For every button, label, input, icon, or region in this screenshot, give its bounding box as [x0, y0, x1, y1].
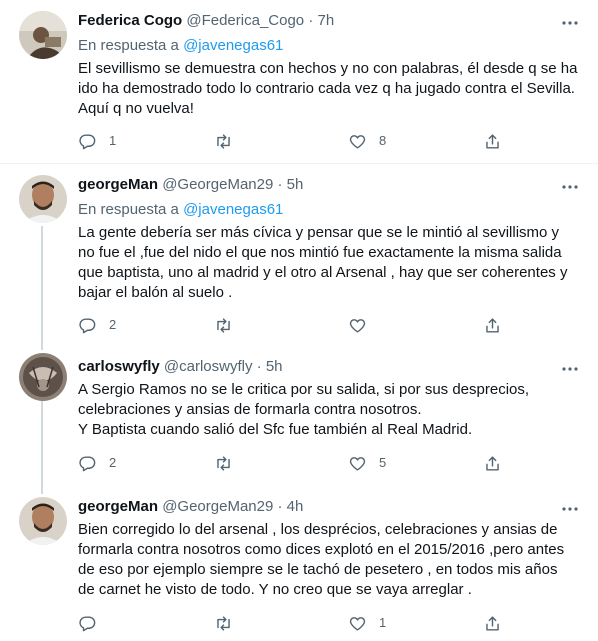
tweet-text: Bien corregido lo del arsenal , los desp…	[78, 521, 565, 598]
tweet-header: georgeMan @GeorgeMan29 · 4h	[78, 497, 303, 517]
tweet[interactable]: carloswyfly @carloswyfly · 5h A Sergio R…	[0, 338, 598, 482]
retweet-button[interactable]	[214, 453, 245, 473]
share-button[interactable]	[483, 453, 502, 473]
more-button[interactable]	[560, 13, 580, 33]
separator-dot: ·	[277, 498, 283, 515]
retweet-button[interactable]	[214, 613, 245, 633]
more-button[interactable]	[560, 177, 580, 197]
retweet-icon	[217, 615, 230, 631]
reply-icon	[79, 133, 96, 149]
timestamp[interactable]: 4h	[287, 498, 304, 515]
like-icon	[349, 134, 366, 149]
reply-button[interactable]: 2	[78, 453, 116, 473]
tweet-actions: 1	[78, 613, 508, 633]
reply-context: En respuesta a @javenegas61	[78, 36, 283, 56]
reply-count: 2	[109, 317, 117, 332]
user-handle[interactable]: @GeorgeMan29	[162, 176, 273, 193]
share-icon	[486, 455, 499, 471]
tweet-actions: 2 5	[78, 453, 508, 473]
separator-dot: ·	[277, 176, 283, 193]
thread-line	[41, 338, 43, 350]
like-icon	[349, 456, 366, 471]
tweet-header: Federica Cogo @Federica_Cogo · 7h	[78, 11, 334, 31]
display-name[interactable]: carloswyfly	[78, 358, 160, 375]
separator-dot: ·	[256, 358, 262, 375]
share-icon	[486, 133, 499, 149]
tweet-text: A Sergio Ramos no se le critica por su s…	[78, 381, 530, 438]
reply-icon	[79, 455, 96, 471]
more-icon	[562, 21, 578, 25]
like-count: 5	[379, 455, 387, 470]
share-button[interactable]	[483, 131, 502, 151]
reply-button[interactable]: 1	[78, 131, 116, 151]
more-icon	[562, 507, 578, 511]
retweet-icon	[217, 455, 230, 471]
like-button[interactable]: 8	[348, 131, 386, 151]
tweet-text: La gente debería ser más cívica y pensar…	[78, 224, 568, 301]
reply-prefix: En respuesta a	[78, 201, 179, 218]
retweet-icon	[217, 133, 230, 149]
retweet-button[interactable]	[214, 315, 245, 335]
tweet[interactable]: Federica Cogo @Federica_Cogo · 7h En res…	[0, 0, 598, 163]
thread-line	[41, 400, 43, 482]
timestamp[interactable]: 5h	[266, 358, 283, 375]
share-icon	[486, 615, 499, 631]
display-name[interactable]: Federica Cogo	[78, 12, 182, 29]
tweet-actions: 2	[78, 315, 508, 335]
user-handle[interactable]: @GeorgeMan29	[162, 498, 273, 515]
retweet-button[interactable]	[214, 131, 245, 151]
avatar[interactable]	[19, 175, 67, 223]
thread-line	[41, 482, 43, 494]
like-button[interactable]: 5	[348, 453, 386, 473]
avatar[interactable]	[19, 353, 67, 401]
share-icon	[486, 317, 499, 333]
like-button[interactable]: 1	[348, 613, 386, 633]
tweet-header: georgeMan @GeorgeMan29 · 5h	[78, 175, 303, 195]
tweet-header: carloswyfly @carloswyfly · 5h	[78, 357, 283, 377]
like-icon	[349, 318, 366, 333]
user-handle[interactable]: @Federica_Cogo	[186, 12, 304, 29]
like-icon	[349, 616, 366, 631]
tweet-text: El sevillismo se demuestra con hechos y …	[78, 60, 578, 117]
thread-line	[41, 226, 43, 338]
reply-context: En respuesta a @javenegas61	[78, 200, 283, 220]
avatar[interactable]	[19, 11, 67, 59]
share-button[interactable]	[483, 613, 502, 633]
timestamp[interactable]: 5h	[287, 176, 304, 193]
user-handle[interactable]: @carloswyfly	[164, 358, 253, 375]
retweet-icon	[217, 317, 230, 333]
reply-button[interactable]	[78, 613, 109, 633]
reply-mention-link[interactable]: @javenegas61	[183, 201, 283, 218]
separator-dot: ·	[308, 12, 314, 29]
more-button[interactable]	[560, 499, 580, 519]
timestamp[interactable]: 7h	[318, 12, 335, 29]
tweet[interactable]: georgeMan @GeorgeMan29 · 5h En respuesta…	[0, 164, 598, 338]
tweet[interactable]: georgeMan @GeorgeMan29 · 4h Bien corregi…	[0, 482, 598, 641]
like-count: 8	[379, 133, 387, 148]
display-name[interactable]: georgeMan	[78, 498, 158, 515]
like-button[interactable]	[348, 315, 379, 335]
reply-prefix: En respuesta a	[78, 37, 179, 54]
share-button[interactable]	[483, 315, 502, 335]
more-button[interactable]	[560, 359, 580, 379]
reply-icon	[79, 317, 96, 333]
display-name[interactable]: georgeMan	[78, 176, 158, 193]
avatar[interactable]	[19, 497, 67, 545]
tweet-actions: 1 8	[78, 131, 508, 151]
more-icon	[562, 185, 578, 189]
more-icon	[562, 367, 578, 371]
reply-count: 1	[109, 133, 117, 148]
reply-icon	[79, 615, 96, 631]
like-count: 1	[379, 615, 387, 630]
reply-count: 2	[109, 455, 117, 470]
reply-mention-link[interactable]: @javenegas61	[183, 37, 283, 54]
reply-button[interactable]: 2	[78, 315, 116, 335]
